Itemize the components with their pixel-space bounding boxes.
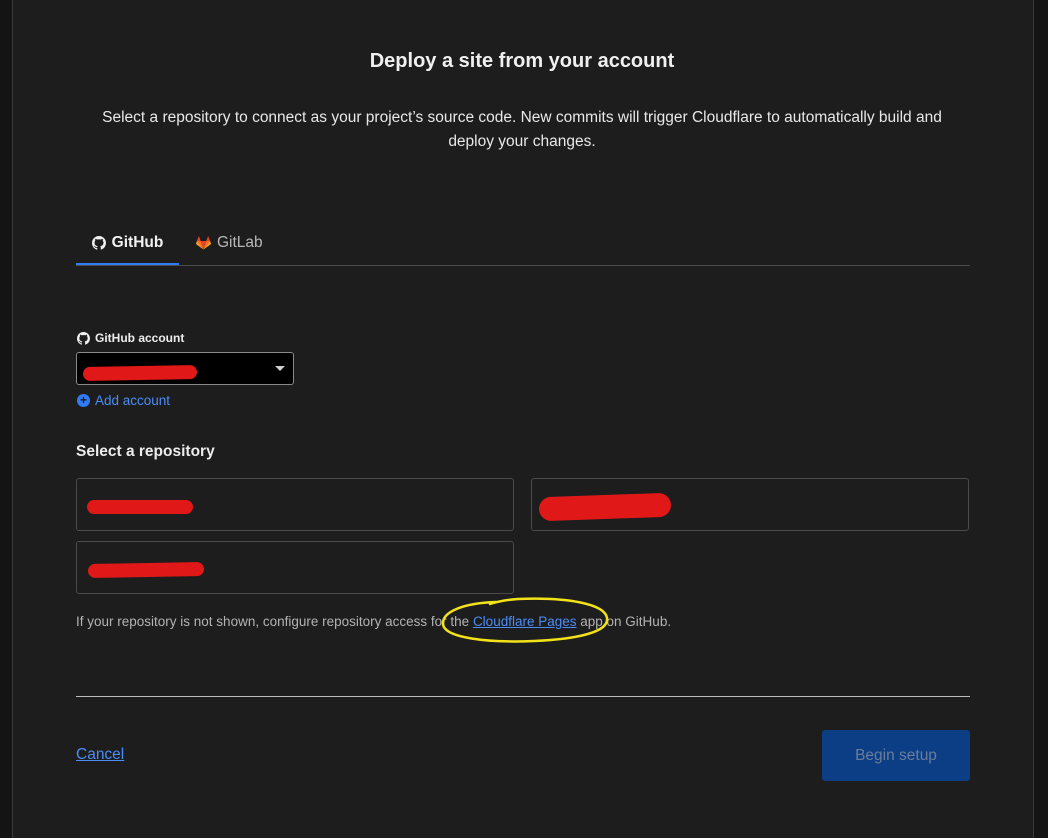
github-account-select[interactable] [76, 352, 294, 385]
window-frame-right [1034, 0, 1048, 838]
frame-border-right [1033, 0, 1034, 838]
page-description: Select a repository to connect as your p… [102, 109, 942, 150]
highlight-annotation [441, 597, 609, 643]
add-account-link[interactable]: + Add account [77, 393, 170, 408]
github-account-label-text: GitHub account [95, 331, 185, 345]
chevron-down-icon [275, 366, 285, 371]
redaction-mark [87, 500, 193, 514]
tab-gitlab[interactable]: GitLab [196, 222, 263, 264]
frame-border-left [12, 0, 13, 838]
begin-setup-button[interactable]: Begin setup [822, 730, 970, 781]
redaction-mark [82, 365, 198, 381]
gitlab-icon [196, 236, 211, 250]
footer-divider [76, 696, 970, 697]
provider-tabs: GitHub GitLab [76, 222, 970, 266]
github-icon [77, 331, 90, 345]
github-icon [91, 235, 106, 250]
page-title: Deploy a site from your account [369, 50, 675, 72]
select-repository-heading: Select a repository [76, 443, 215, 460]
cancel-link[interactable]: Cancel [76, 746, 124, 764]
tab-gitlab-label: GitLab [217, 234, 263, 251]
repository-option[interactable] [531, 478, 969, 531]
tab-github[interactable]: GitHub [76, 222, 179, 265]
repository-option[interactable] [76, 541, 514, 594]
repository-option[interactable] [76, 478, 514, 531]
hint-text-before: If your repository is not shown, configu… [76, 614, 473, 629]
window-frame-left [0, 0, 12, 838]
plus-circle-icon: + [77, 394, 90, 407]
add-account-label: Add account [95, 393, 171, 408]
tab-github-label: GitHub [111, 233, 164, 251]
redaction-mark [538, 492, 672, 522]
github-account-label: GitHub account [77, 331, 184, 345]
redaction-mark [87, 561, 205, 579]
